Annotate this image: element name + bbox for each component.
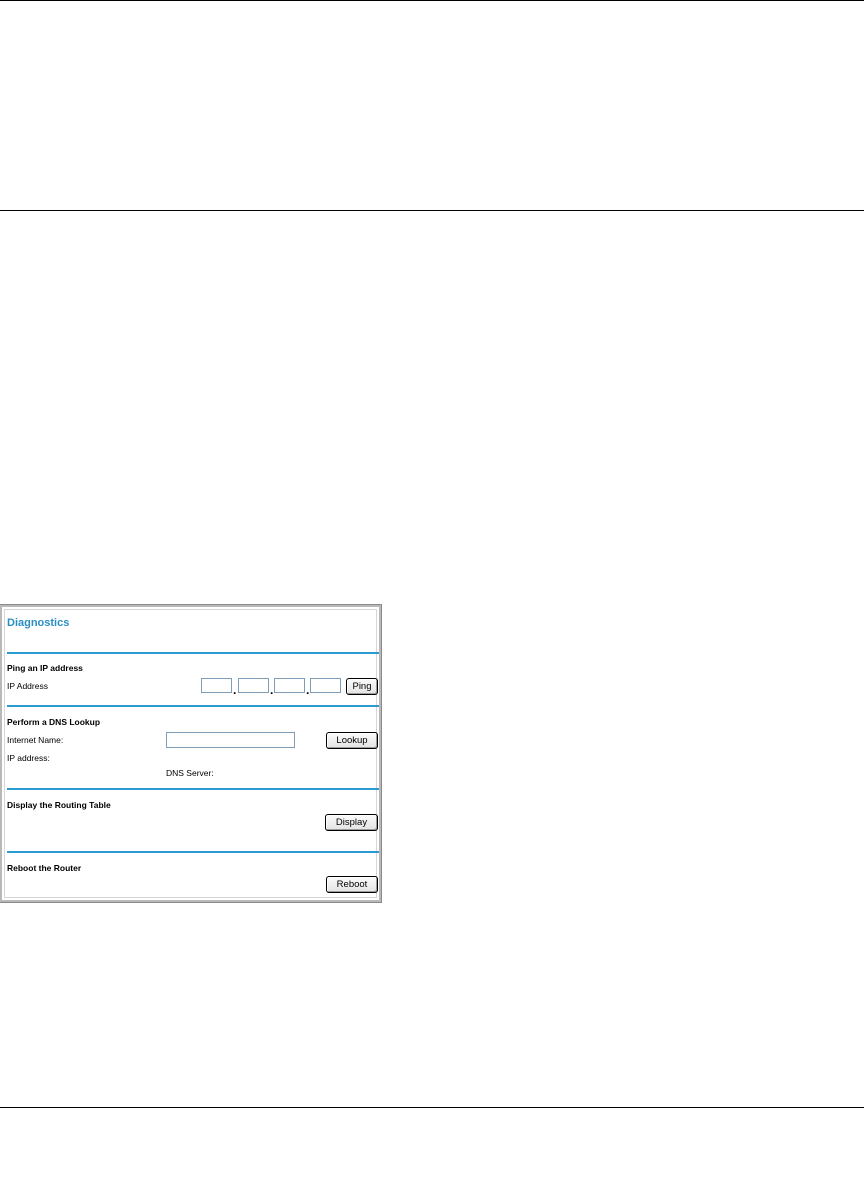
reboot-button[interactable]: Reboot	[326, 876, 378, 893]
ip-address-result-label: IP address:	[7, 753, 50, 763]
footer-page-rule	[0, 1107, 864, 1108]
section-divider	[7, 788, 379, 790]
dns-server-label: DNS Server:	[166, 768, 214, 778]
ip-octet-4-input[interactable]	[310, 678, 341, 693]
ping-section-heading: Ping an IP address	[7, 663, 83, 673]
diagnostics-panel: Diagnostics Ping an IP address IP Addres…	[0, 604, 382, 903]
section-divider	[7, 705, 379, 707]
reboot-section-heading: Reboot the Router	[7, 863, 82, 873]
ip-octet-1-input[interactable]	[201, 678, 232, 693]
top-page-rule	[0, 0, 864, 1]
section-divider	[7, 652, 379, 654]
page-title: Diagnostics	[7, 617, 70, 629]
display-routing-table-button[interactable]: Display	[325, 814, 378, 831]
lookup-button[interactable]: Lookup	[326, 732, 378, 749]
ip-octet-2-input[interactable]	[238, 678, 269, 693]
octet-separator: .	[306, 683, 310, 697]
internet-name-label: Internet Name:	[7, 735, 64, 745]
internet-name-input[interactable]	[166, 732, 295, 748]
octet-separator: .	[270, 683, 274, 697]
ping-button[interactable]: Ping	[346, 678, 378, 695]
routing-section-heading: Display the Routing Table	[7, 800, 111, 810]
dns-section-heading: Perform a DNS Lookup	[7, 717, 101, 727]
ip-octet-3-input[interactable]	[274, 678, 305, 693]
header-page-rule	[0, 210, 864, 211]
ip-address-label: IP Address	[7, 681, 48, 691]
octet-separator: .	[233, 683, 237, 697]
section-divider	[7, 851, 379, 853]
